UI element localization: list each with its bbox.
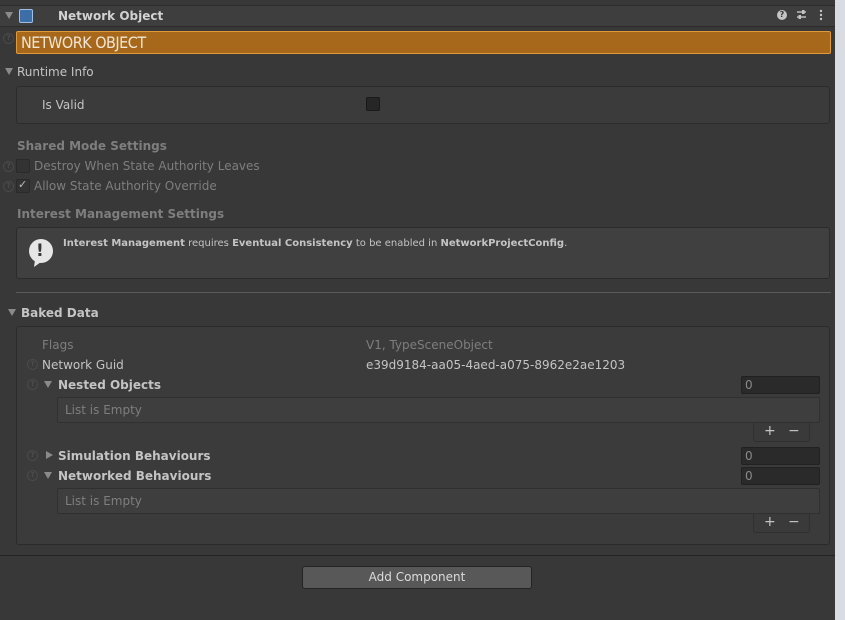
script-component-icon bbox=[19, 9, 33, 23]
baked-data-box: Flags V1, TypeSceneObject ? Network Guid… bbox=[16, 326, 830, 545]
interest-help-box: ! Interest Management requires Eventual … bbox=[16, 227, 830, 279]
shared-mode-title: Shared Mode Settings bbox=[17, 139, 167, 153]
help-icon[interactable]: ? bbox=[27, 379, 38, 390]
interest-message: Interest Management requires Eventual Co… bbox=[63, 238, 568, 249]
nested-objects-list-footer: + − bbox=[753, 423, 810, 442]
component-header[interactable]: Network Object ? bbox=[0, 5, 835, 27]
remove-element-button[interactable]: − bbox=[788, 424, 800, 438]
warning-bubble-icon: ! bbox=[27, 238, 55, 268]
add-element-button[interactable]: + bbox=[764, 515, 776, 529]
nested-objects-empty-text: List is Empty bbox=[65, 403, 142, 417]
flags-label: Flags bbox=[42, 338, 74, 352]
networked-behaviours-empty-text: List is Empty bbox=[65, 494, 142, 508]
nested-objects-foldout-icon[interactable] bbox=[44, 381, 52, 388]
simulation-behaviours-foldout-icon[interactable] bbox=[46, 451, 53, 459]
allow-authority-override-label: Allow State Authority Override bbox=[34, 179, 217, 193]
networked-behaviours-label[interactable]: Networked Behaviours bbox=[58, 469, 211, 483]
help-icon[interactable]: ? bbox=[3, 161, 14, 172]
baked-data-foldout-icon[interactable] bbox=[8, 309, 16, 316]
network-guid-label: Network Guid bbox=[42, 358, 124, 372]
help-icon[interactable]: ? bbox=[3, 181, 14, 192]
section-divider bbox=[16, 292, 831, 293]
help-icon[interactable]: ? bbox=[27, 359, 38, 370]
runtime-info-foldout-icon[interactable] bbox=[5, 68, 13, 75]
add-element-button[interactable]: + bbox=[764, 424, 776, 438]
help-icon[interactable]: ? bbox=[777, 10, 787, 20]
help-icon[interactable]: ? bbox=[27, 470, 38, 481]
flags-value: V1, TypeSceneObject bbox=[366, 338, 493, 352]
baked-data-title[interactable]: Baked Data bbox=[21, 306, 99, 320]
component-separator bbox=[0, 555, 835, 556]
destroy-when-authority-leaves-checkbox[interactable] bbox=[16, 159, 30, 173]
kebab-menu-icon[interactable] bbox=[818, 9, 824, 21]
preset-icon[interactable] bbox=[796, 9, 807, 21]
allow-authority-override-checkbox[interactable]: ✓ bbox=[16, 178, 30, 193]
networked-behaviours-count: 0 bbox=[745, 469, 753, 483]
foldout-arrow-icon[interactable] bbox=[5, 12, 13, 19]
simulation-behaviours-count-field[interactable]: 0 bbox=[741, 447, 820, 465]
nested-objects-count: 0 bbox=[745, 378, 753, 392]
simulation-behaviours-count: 0 bbox=[745, 449, 753, 463]
networked-behaviours-count-field[interactable]: 0 bbox=[741, 467, 820, 485]
help-icon[interactable]: ? bbox=[27, 450, 38, 461]
runtime-info-title[interactable]: Runtime Info bbox=[17, 65, 94, 79]
component-title: Network Object bbox=[58, 9, 164, 23]
runtime-info-box: Is Valid bbox=[16, 86, 830, 124]
banner-label: NETWORK OBJECT bbox=[21, 33, 146, 52]
networked-behaviours-list-footer: + − bbox=[753, 514, 810, 533]
network-object-banner: NETWORK OBJECT bbox=[16, 31, 831, 54]
exclamation-glyph: ! bbox=[36, 241, 44, 261]
checkmark-icon: ✓ bbox=[18, 178, 28, 191]
nested-objects-list: List is Empty bbox=[57, 397, 820, 423]
network-guid-value[interactable]: e39d9184-aa05-4aed-a075-8962e2ae1203 bbox=[366, 358, 625, 372]
simulation-behaviours-label[interactable]: Simulation Behaviours bbox=[58, 449, 211, 463]
interest-management-title: Interest Management Settings bbox=[17, 207, 225, 221]
networked-behaviours-list: List is Empty bbox=[57, 488, 820, 514]
add-component-button[interactable]: Add Component bbox=[302, 566, 532, 589]
remove-element-button[interactable]: − bbox=[788, 515, 800, 529]
nested-objects-count-field[interactable]: 0 bbox=[741, 376, 820, 394]
is-valid-label: Is Valid bbox=[42, 98, 85, 112]
networked-behaviours-foldout-icon[interactable] bbox=[44, 472, 52, 479]
inspector-panel: Network Object ? ? NETWORK OBJECT Runtim… bbox=[0, 0, 835, 620]
is-valid-checkbox[interactable] bbox=[366, 97, 380, 111]
destroy-when-authority-leaves-label: Destroy When State Authority Leaves bbox=[34, 159, 260, 173]
nested-objects-label[interactable]: Nested Objects bbox=[58, 378, 161, 392]
scrollbar-track[interactable] bbox=[835, 0, 845, 620]
help-icon[interactable]: ? bbox=[3, 33, 14, 44]
